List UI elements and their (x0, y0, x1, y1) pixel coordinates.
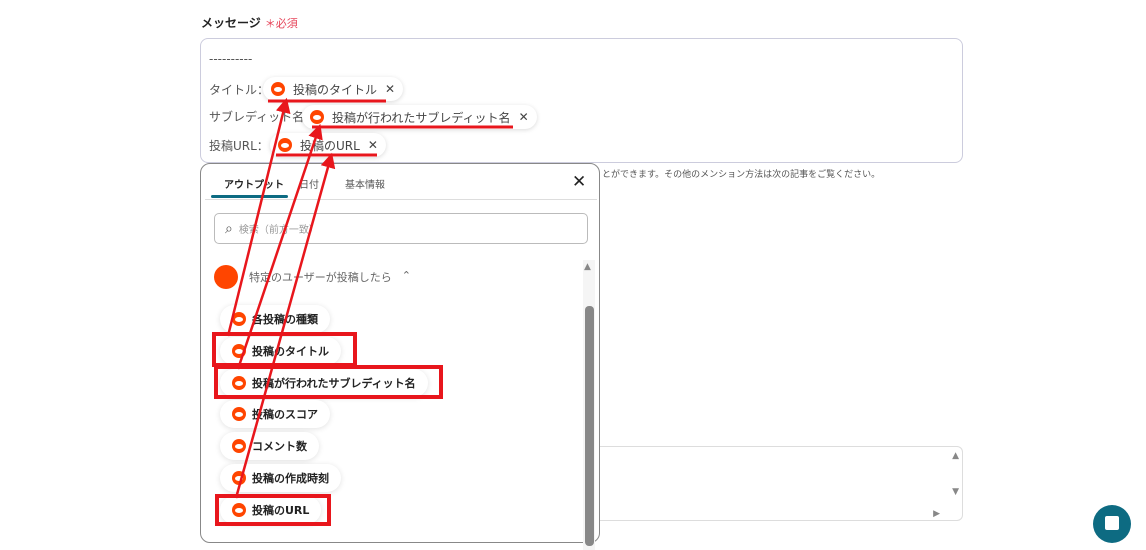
chip-label: 投稿のタイトル (293, 82, 378, 97)
scroll-up-icon[interactable]: ▲ (952, 451, 959, 461)
list-item[interactable]: 投稿のスコア (220, 400, 330, 428)
active-tab-indicator (211, 195, 288, 198)
secondary-textarea[interactable]: ▲ ▼ ▶ (590, 446, 963, 521)
list-item[interactable]: 投稿が行われたサブレディット名 (220, 369, 428, 397)
scroll-up-icon[interactable]: ▲ (584, 262, 591, 272)
item-label: 投稿の作成時刻 (252, 472, 329, 485)
item-label: 投稿が行われたサブレディット名 (252, 377, 416, 390)
variable-chip-title[interactable]: 投稿のタイトル ✕ (263, 77, 404, 101)
chevron-up-icon: ⌃ (401, 269, 411, 282)
list-item[interactable]: 投稿のURL (220, 496, 322, 524)
reddit-icon (232, 312, 246, 326)
search-icon: ⌕ (225, 220, 233, 237)
tab-basic-info[interactable]: 基本情報 (345, 176, 385, 191)
chat-icon (1105, 516, 1119, 530)
reddit-icon (232, 503, 246, 517)
item-label: 投稿のタイトル (252, 345, 329, 358)
tab-divider (205, 199, 597, 200)
reddit-icon (232, 439, 246, 453)
chat-button[interactable] (1093, 505, 1131, 543)
reddit-icon (232, 376, 246, 390)
reddit-icon (271, 82, 285, 96)
reddit-icon (232, 471, 246, 485)
reddit-icon (310, 110, 324, 124)
search-input[interactable]: ⌕ 検索（前方一致） (214, 213, 588, 244)
search-placeholder: 検索（前方一致） (238, 225, 319, 236)
scrollbar-thumb[interactable] (585, 306, 594, 546)
item-label: 投稿のスコア (252, 408, 318, 421)
variable-chip-url[interactable]: 投稿のURL ✕ (270, 133, 386, 157)
item-label: 各投稿の種類 (252, 313, 318, 326)
required-mark: ＊必須 (264, 17, 298, 30)
message-label: メッセージ ＊必須 (201, 16, 298, 30)
group-label: 特定のユーザーが投稿したら (249, 271, 392, 284)
close-icon[interactable]: ✕ (572, 172, 586, 192)
variable-chip-subreddit[interactable]: 投稿が行われたサブレディット名 ✕ (302, 105, 537, 129)
scroll-down-icon[interactable]: ▼ (952, 487, 959, 497)
item-label: 投稿のURL (252, 504, 310, 517)
tab-date[interactable]: 日付 (299, 176, 319, 191)
variable-picker-popup: アウトプット 日付 基本情報 ✕ ⌕ 検索（前方一致） 特定のユーザーが投稿したら… (200, 163, 600, 550)
chip-label: 投稿のURL (300, 138, 360, 153)
title-row-label: タイトル： (209, 83, 270, 97)
subreddit-row-label: サブレディット名： (209, 110, 317, 124)
close-icon[interactable]: ✕ (519, 110, 529, 124)
list-item[interactable]: コメント数 (220, 432, 319, 460)
close-icon[interactable]: ✕ (385, 82, 395, 96)
reddit-icon (232, 407, 246, 421)
reddit-icon (278, 138, 292, 152)
chip-label: 投稿が行われたサブレディット名 (332, 110, 511, 125)
reddit-icon (232, 344, 246, 358)
group-header[interactable]: 特定のユーザーが投稿したら ⌃ (249, 269, 411, 285)
scroll-right-icon[interactable]: ▶ (933, 509, 940, 519)
dashes-text: ---------- (209, 52, 253, 66)
item-label: コメント数 (252, 440, 307, 453)
list-item[interactable]: 投稿の作成時刻 (220, 464, 341, 492)
tab-output[interactable]: アウトプット (224, 176, 284, 191)
list-item[interactable]: 投稿のタイトル (220, 337, 341, 365)
reddit-icon (214, 265, 238, 289)
url-row-label: 投稿URL： (209, 139, 269, 153)
list-item[interactable]: 各投稿の種類 (220, 305, 330, 333)
help-text: とができます。その他のメンション方法は次の記事をご覧ください。 (602, 170, 881, 180)
close-icon[interactable]: ✕ (368, 138, 378, 152)
